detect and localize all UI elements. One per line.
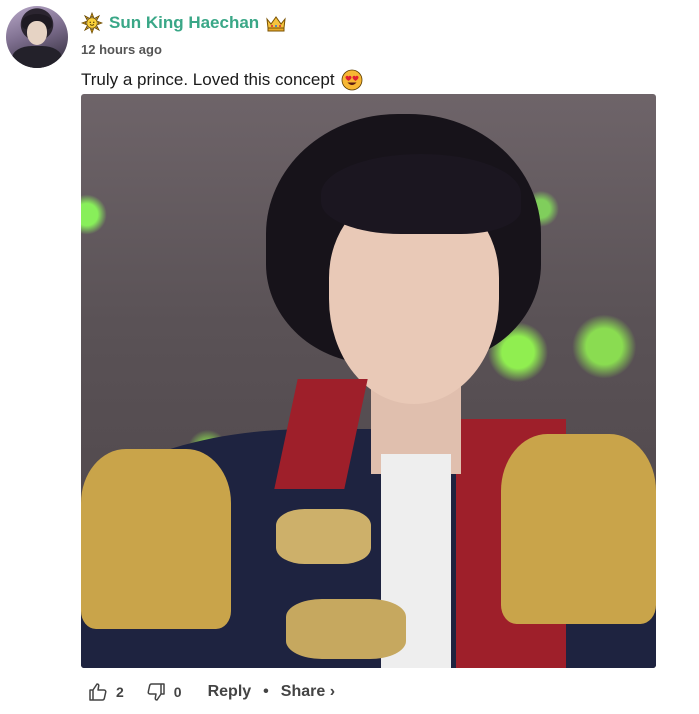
avatar[interactable]	[6, 6, 68, 68]
image-epaulet-left	[81, 449, 231, 629]
image-gold-ornament-lower	[286, 599, 406, 659]
comment-header: Sun King Haechan	[80, 11, 287, 35]
comment-timestamp[interactable]: 12 hours ago	[81, 42, 162, 57]
comment-actions: 2 0 Reply • Share ›	[88, 682, 335, 702]
dislike-count: 0	[173, 684, 182, 700]
crown-icon	[265, 14, 287, 32]
reply-button[interactable]: Reply	[208, 683, 252, 701]
action-separator: •	[263, 683, 269, 700]
heart-eyes-icon	[341, 69, 363, 91]
comment-text: Truly a prince. Loved this concept	[81, 70, 335, 89]
like-button[interactable]: 2	[88, 682, 124, 702]
like-count: 2	[116, 684, 124, 700]
avatar-face	[27, 21, 47, 45]
sun-icon	[80, 11, 104, 35]
avatar-coat	[12, 46, 62, 68]
image-bangs	[321, 154, 521, 234]
comment-body: Truly a prince. Loved this concept	[81, 69, 363, 91]
thumbs-up-icon[interactable]	[88, 682, 108, 702]
comment-image[interactable]	[81, 94, 656, 668]
share-button[interactable]: Share ›	[281, 683, 335, 701]
dislike-button[interactable]: 0	[146, 682, 182, 702]
image-gold-ornament	[276, 509, 371, 564]
thumbs-down-icon[interactable]	[146, 682, 166, 702]
image-epaulet-right	[501, 434, 656, 624]
author-name[interactable]: Sun King Haechan	[109, 13, 259, 33]
